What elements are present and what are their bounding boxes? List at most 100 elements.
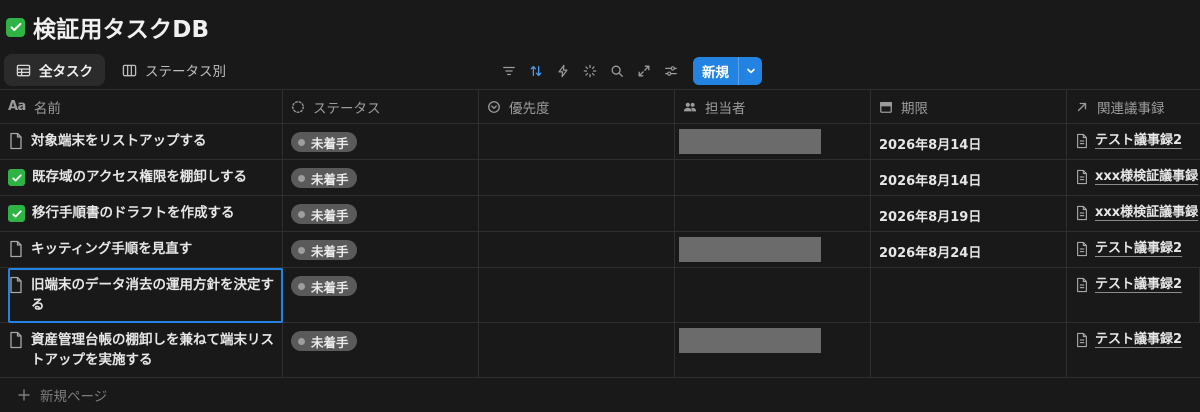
related-cell[interactable]: xxx様検証議事録 [1067, 196, 1200, 231]
search-icon[interactable] [606, 59, 628, 83]
priority-cell[interactable] [479, 160, 675, 195]
task-name: 旧端末のデータ消去の運用方針を決定する [31, 277, 274, 313]
sparkle-icon[interactable] [579, 59, 601, 83]
related-cell[interactable]: テスト議事録2 [1067, 268, 1200, 322]
due-cell[interactable]: 2026年8月19日 [871, 196, 1067, 231]
task-name: キッティング手順を見直す [31, 241, 193, 257]
due-cell[interactable] [871, 268, 1067, 322]
view-bar: 全タスク ステータス別 新規 [0, 54, 1200, 88]
status-label: 未着手 [311, 334, 349, 350]
plus-icon [18, 389, 30, 401]
related-cell[interactable]: テスト議事録2 [1067, 232, 1200, 267]
column-header-due[interactable]: 期限 [871, 90, 1067, 123]
status-badge: 未着手 [291, 240, 357, 260]
new-button[interactable]: 新規 [693, 57, 762, 85]
column-header-related[interactable]: 関連議事録 [1067, 90, 1200, 123]
document-lines-icon [1077, 241, 1087, 257]
status-dot [298, 138, 305, 146]
document-lines-icon [1077, 205, 1087, 221]
status-label: 未着手 [311, 171, 349, 187]
lightning-icon[interactable] [552, 59, 574, 83]
filter-icon[interactable] [498, 59, 520, 83]
status-cell[interactable]: 未着手 [283, 323, 479, 377]
page-title[interactable]: 検証用タスクDB [33, 10, 209, 44]
document-icon [10, 132, 22, 150]
table-row[interactable]: 資産管理台帳の棚卸しを兼ねて端末リストアップを実施する 未着手 テスト議事録2 [0, 323, 1200, 378]
related-link[interactable]: テスト議事録2 [1095, 241, 1183, 257]
column-header-label: ステータス [313, 100, 381, 117]
priority-cell[interactable] [479, 124, 675, 159]
name-cell[interactable]: 移行手順書のドラフトを作成する [0, 196, 283, 231]
database-table: Aa 名前 ステータス 優先度 担当者 期限 関連議事録 対象端末をリストアップ… [0, 89, 1200, 412]
page-header: 検証用タスクDB [6, 10, 209, 44]
column-header-status[interactable]: ステータス [283, 90, 479, 123]
status-badge: 未着手 [291, 276, 357, 296]
due-cell[interactable]: 2026年8月14日 [871, 124, 1067, 159]
status-badge: 未着手 [291, 132, 357, 152]
status-dot [298, 210, 305, 218]
related-cell[interactable]: テスト議事録2 [1067, 124, 1200, 159]
name-cell[interactable]: 資産管理台帳の棚卸しを兼ねて端末リストアップを実施する [0, 323, 283, 377]
assignee-cell[interactable] [675, 268, 871, 322]
related-cell[interactable]: テスト議事録2 [1067, 323, 1200, 377]
due-cell[interactable]: 2026年8月24日 [871, 232, 1067, 267]
new-button-label[interactable]: 新規 [693, 57, 738, 85]
table-row[interactable]: 既存域のアクセス権限を棚卸しする 未着手 2026年8月14日 xxx様検証議事… [0, 160, 1200, 196]
column-header-name[interactable]: Aa 名前 [0, 90, 283, 123]
status-label: 未着手 [311, 207, 349, 223]
related-link[interactable]: xxx様検証議事録 [1095, 169, 1199, 185]
assignee-cell[interactable] [675, 196, 871, 231]
priority-cell[interactable] [479, 196, 675, 231]
related-cell[interactable]: xxx様検証議事録 [1067, 160, 1200, 195]
due-cell[interactable]: 2026年8月14日 [871, 160, 1067, 195]
checkmark-icon [8, 205, 25, 222]
due-cell[interactable] [871, 323, 1067, 377]
board-icon [122, 64, 137, 76]
related-link[interactable]: テスト議事録2 [1095, 332, 1183, 348]
table-row[interactable]: キッティング手順を見直す 未着手 2026年8月24日 テスト議事録2 [0, 232, 1200, 268]
sort-icon[interactable] [525, 59, 547, 83]
status-label: 未着手 [311, 243, 349, 259]
status-cell[interactable]: 未着手 [283, 160, 479, 195]
expand-icon[interactable] [633, 59, 655, 83]
related-link[interactable]: テスト議事録2 [1095, 277, 1183, 293]
name-cell[interactable]: 旧端末のデータ消去の運用方針を決定する [0, 268, 283, 322]
status-cell[interactable]: 未着手 [283, 268, 479, 322]
status-badge: 未着手 [291, 331, 357, 351]
status-dot [298, 337, 305, 345]
view-tab-by-status[interactable]: ステータス別 [110, 54, 238, 86]
column-header-priority[interactable]: 優先度 [479, 90, 675, 123]
column-header-label: 担当者 [705, 100, 746, 117]
new-page-button[interactable]: 新規ページ [0, 378, 1200, 412]
document-lines-icon [1077, 169, 1087, 185]
table-row[interactable]: 移行手順書のドラフトを作成する 未着手 2026年8月19日 xxx様検証議事録 [0, 196, 1200, 232]
document-icon [10, 240, 22, 258]
status-dot [298, 246, 305, 254]
related-link[interactable]: xxx様検証議事録 [1095, 205, 1199, 221]
status-cell[interactable]: 未着手 [283, 232, 479, 267]
assignee-cell[interactable] [675, 323, 871, 377]
assignee-cell[interactable] [675, 232, 871, 267]
priority-cell[interactable] [479, 232, 675, 267]
priority-cell[interactable] [479, 268, 675, 322]
settings-sliders-icon[interactable] [660, 59, 682, 83]
name-cell[interactable]: キッティング手順を見直す [0, 232, 283, 267]
table-icon [16, 64, 31, 76]
name-cell[interactable]: 既存域のアクセス権限を棚卸しする [0, 160, 283, 195]
related-link[interactable]: テスト議事録2 [1095, 133, 1183, 149]
table-row-selected[interactable]: 旧端末のデータ消去の運用方針を決定する 未着手 テスト議事録2 [0, 268, 1200, 323]
status-dot [298, 174, 305, 182]
column-header-label: 優先度 [509, 100, 550, 117]
assignee-cell[interactable] [675, 124, 871, 159]
priority-cell[interactable] [479, 323, 675, 377]
column-header-assignee[interactable]: 担当者 [675, 90, 871, 123]
assignee-cell[interactable] [675, 160, 871, 195]
chevron-down-icon[interactable] [738, 57, 762, 85]
view-tab-all-tasks[interactable]: 全タスク [4, 54, 105, 86]
table-row[interactable]: 対象端末をリストアップする 未着手 2026年8月14日 テスト議事録2 [0, 124, 1200, 160]
document-icon [10, 331, 22, 349]
status-cell[interactable]: 未着手 [283, 196, 479, 231]
status-cell[interactable]: 未着手 [283, 124, 479, 159]
name-cell[interactable]: 対象端末をリストアップする [0, 124, 283, 159]
redacted-assignee [679, 237, 821, 262]
